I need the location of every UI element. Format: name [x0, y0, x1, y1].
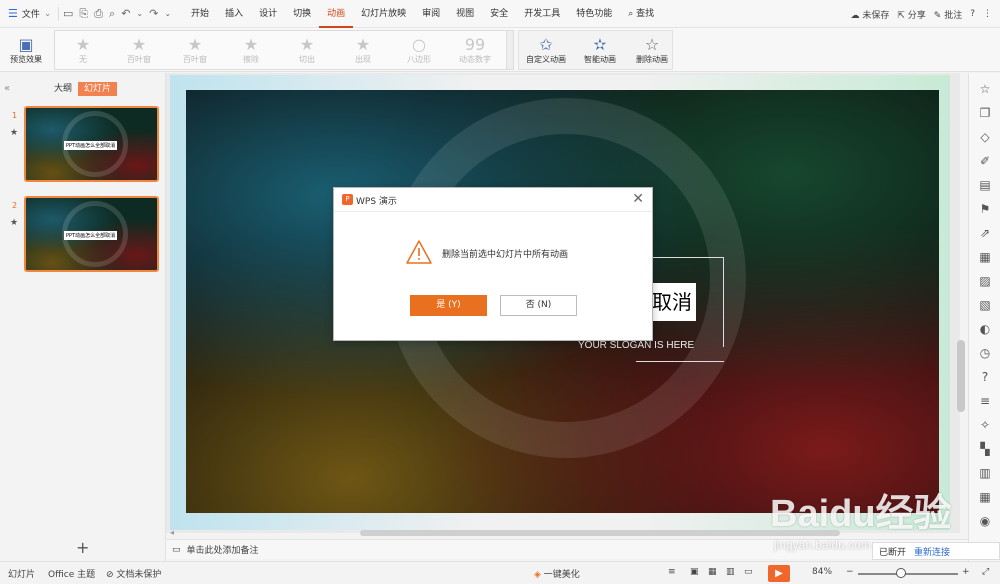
- watermark-url: jingyan.baidu.com: [774, 538, 871, 552]
- dialog-titlebar: P WPS 演示 ✕: [334, 188, 652, 212]
- wps-logo-icon: P: [342, 194, 353, 205]
- confirm-dialog: P WPS 演示 ✕ 删除当前选中幻灯片中所有动画 是 (Y) 否 (N): [333, 187, 653, 341]
- no-button[interactable]: 否 (N): [500, 295, 577, 316]
- reconnect-link[interactable]: 重新连接: [914, 545, 950, 558]
- connection-toast: 已断开 重新连接: [872, 542, 1000, 560]
- dialog-message: 删除当前选中幻灯片中所有动画: [442, 250, 569, 260]
- connection-status: 已断开: [879, 547, 907, 558]
- warning-icon: [406, 240, 432, 264]
- dialog-title: WPS 演示: [356, 197, 397, 207]
- watermark-logo: Baidu经验: [770, 493, 952, 535]
- close-icon[interactable]: ✕: [632, 191, 644, 207]
- yes-button[interactable]: 是 (Y): [410, 295, 487, 316]
